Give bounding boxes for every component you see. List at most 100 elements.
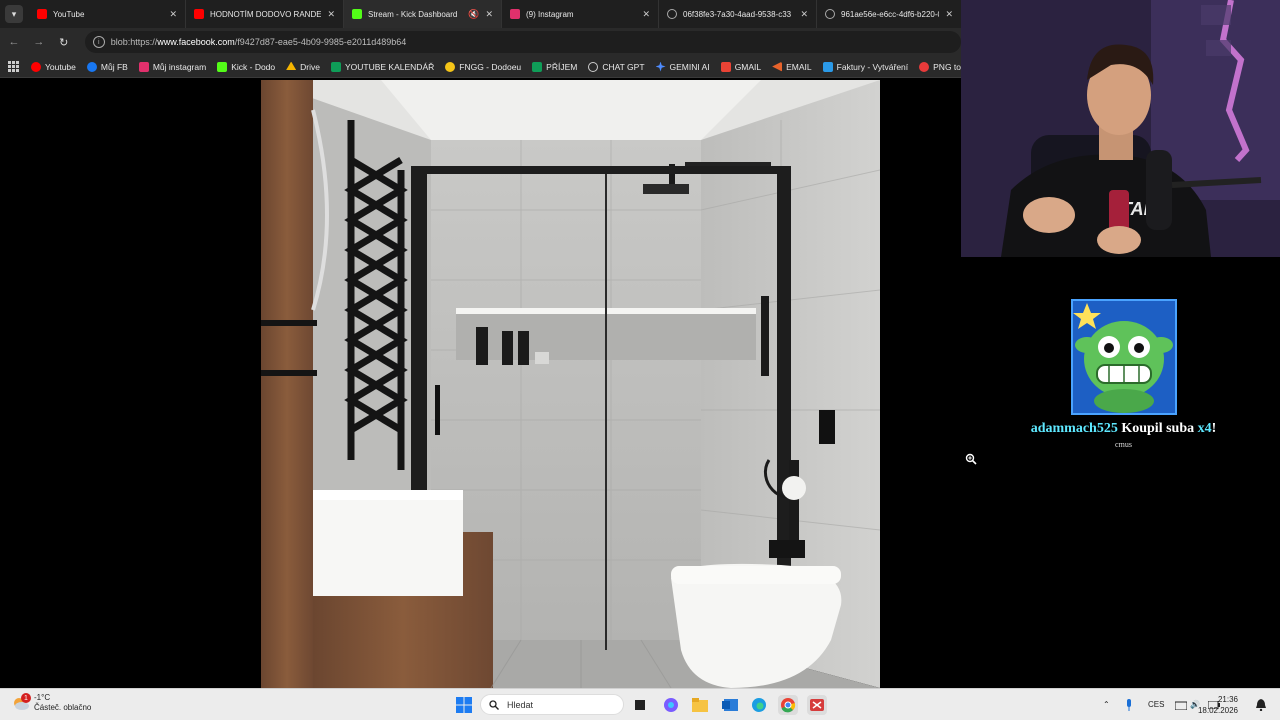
- bookmark-label: Faktury - Vytváření: [836, 61, 909, 72]
- instagram-icon: [510, 9, 520, 19]
- youtube-icon: [31, 61, 41, 72]
- blob-image-page: [0, 79, 1019, 688]
- clock-date: 18.02.2026: [1197, 706, 1238, 715]
- webcam-feed: STAR: [961, 0, 1280, 257]
- bookmark-label: FNGG - Dodoeu: [459, 61, 522, 72]
- back-arrow-icon[interactable]: ←: [3, 31, 25, 53]
- alert-action: Koupil suba: [1121, 421, 1195, 436]
- language-indicator[interactable]: CES: [1148, 689, 1164, 720]
- windows-taskbar: 1 -1°C Částeč. oblačno Hledat ⌃ CES 🔊 21…: [0, 688, 1280, 720]
- copilot-icon[interactable]: [661, 695, 681, 715]
- gemini-icon: [655, 61, 666, 72]
- bookmark-label: Kick - Dodo: [231, 61, 276, 72]
- bookmark-gemini[interactable]: GEMINI AI: [655, 61, 710, 72]
- url-prefix: blob:https://: [110, 37, 158, 47]
- browser-tab-strip: ▾ YouTube ✕ HODNOTÍM DODOVO RANDE! ✕ Str…: [0, 0, 961, 28]
- bookmark-label: Drive: [300, 61, 320, 72]
- kick-icon: [217, 61, 228, 72]
- tab-title: 961ae56e-e6cc-4df6-b220-04...: [841, 9, 939, 19]
- bookmark-faktury[interactable]: Faktury - Vytváření: [822, 61, 909, 72]
- task-view-icon[interactable]: [630, 695, 650, 715]
- chatgpt-icon: [588, 61, 599, 72]
- clock-time: 21:36: [1217, 695, 1238, 704]
- zoom-in-cursor-icon: [965, 453, 977, 468]
- bookmark-chatgpt[interactable]: CHAT GPT: [588, 61, 645, 72]
- bathroom-render-image[interactable]: [261, 80, 880, 688]
- alert-message: cmus: [1115, 440, 1132, 449]
- streamer-webcam: STAR: [961, 0, 1280, 257]
- outlook-icon[interactable]: [720, 695, 740, 715]
- tab-youtube[interactable]: YouTube ✕: [29, 0, 186, 28]
- microphone-icon[interactable]: [1125, 689, 1133, 720]
- browser-toolbar: ← → ↻ i blob:https://www.facebook.com/f9…: [0, 28, 961, 56]
- notification-bell-icon[interactable]: [1256, 689, 1266, 720]
- sheets-icon: [330, 61, 341, 72]
- alert-exclaim: !: [1211, 421, 1217, 436]
- tab-title: Stream - Kick Dashboard: [368, 9, 458, 19]
- close-tab-icon[interactable]: ✕: [327, 9, 335, 20]
- address-bar[interactable]: i blob:https://www.facebook.com/f9427d87…: [84, 31, 961, 53]
- alert-username: adammach525: [1030, 421, 1118, 436]
- globe-icon: [667, 9, 677, 19]
- bookmark-label: EMAIL: [786, 61, 812, 72]
- sheets-icon: [532, 61, 543, 72]
- weather-description: Částeč. oblačno: [34, 703, 92, 712]
- alert-headline: adammach525 Koupil suba x4!: [1019, 421, 1228, 437]
- tab-title: HODNOTÍM DODOVO RANDE!: [210, 9, 322, 19]
- weather-widget[interactable]: 1 -1°C Částeč. oblačno: [12, 693, 91, 713]
- instagram-icon: [138, 61, 149, 72]
- weather-cloud-icon: 1: [12, 693, 31, 712]
- tab-hodnotim[interactable]: HODNOTÍM DODOVO RANDE! ✕: [186, 0, 344, 28]
- subscription-alert: adammach525 Koupil suba x4! cmus: [1019, 257, 1280, 688]
- weather-temperature: -1°C: [34, 693, 51, 702]
- bookmark-youtube[interactable]: Youtube: [31, 61, 76, 72]
- tab-blob-1[interactable]: 06f38fe3-7a30-4aad-9538-c33 ✕: [659, 0, 817, 28]
- bookmark-label: Můj instagram: [152, 61, 207, 72]
- tab-kick-dashboard[interactable]: Stream - Kick Dashboard 🔇 ✕: [344, 0, 502, 28]
- bookmark-kick[interactable]: Kick - Dodo: [217, 61, 276, 72]
- tab-search-button[interactable]: ▾: [5, 5, 23, 23]
- close-tab-icon[interactable]: ✕: [169, 9, 177, 20]
- alert-multiplier: x4: [1197, 421, 1212, 436]
- bookmark-label: Můj FB: [100, 61, 128, 72]
- bookmark-gmail[interactable]: GMAIL: [720, 61, 761, 72]
- bookmark-facebook[interactable]: Můj FB: [86, 61, 128, 72]
- tab-blob-2[interactable]: 961ae56e-e6cc-4df6-b220-04... ✕: [817, 0, 961, 28]
- bookmark-label: PŘÍJEM: [546, 61, 578, 72]
- bookmark-email[interactable]: EMAIL: [772, 61, 812, 72]
- drive-icon: [286, 61, 297, 70]
- pdf-icon: [919, 61, 930, 72]
- bookmark-prijem[interactable]: PŘÍJEM: [532, 61, 578, 72]
- muted-speaker-icon[interactable]: 🔇: [468, 9, 479, 20]
- app-red-icon[interactable]: [807, 695, 827, 715]
- chrome-icon[interactable]: [778, 695, 798, 715]
- tab-instagram[interactable]: (9) Instagram ✕: [502, 0, 659, 28]
- bookmark-instagram[interactable]: Můj instagram: [138, 61, 207, 72]
- close-tab-icon[interactable]: ✕: [945, 9, 953, 20]
- globe-icon: [825, 9, 835, 19]
- show-hidden-icons-chevron-icon[interactable]: ⌃: [1103, 689, 1110, 720]
- site-info-icon[interactable]: i: [92, 36, 105, 48]
- bookmark-drive[interactable]: Drive: [286, 61, 320, 72]
- tab-title: 06f38fe3-7a30-4aad-9538-c33: [683, 9, 792, 19]
- forward-arrow-icon[interactable]: →: [28, 31, 50, 53]
- network-icon[interactable]: [1175, 689, 1187, 720]
- apps-grid-icon[interactable]: [8, 60, 19, 73]
- tab-title: (9) Instagram: [526, 9, 574, 19]
- system-clock[interactable]: 21:36 18.02.2026: [1198, 694, 1238, 716]
- windows-start-icon[interactable]: [454, 695, 474, 715]
- screen: ▾ YouTube ✕ HODNOTÍM DODOVO RANDE! ✕ Str…: [0, 0, 1280, 720]
- notification-badge: 1: [21, 693, 31, 703]
- reload-icon[interactable]: ↻: [53, 31, 75, 53]
- edge-icon[interactable]: [749, 695, 769, 715]
- close-tab-icon[interactable]: ✕: [485, 9, 493, 20]
- file-explorer-icon[interactable]: [690, 695, 710, 715]
- youtube-icon: [194, 9, 204, 19]
- close-tab-icon[interactable]: ✕: [800, 9, 808, 20]
- bookmark-youtube-kalendar[interactable]: YOUTUBE KALENDÁŘ: [330, 61, 434, 72]
- close-tab-icon[interactable]: ✕: [642, 9, 650, 20]
- url-path: /f9427d87-eae5-4b09-9985-e2011d489b64: [234, 37, 407, 47]
- bookmark-fngg[interactable]: FNGG - Dodoeu: [445, 61, 522, 72]
- invoice-icon: [822, 61, 833, 72]
- taskbar-search-box[interactable]: Hledat: [480, 694, 624, 715]
